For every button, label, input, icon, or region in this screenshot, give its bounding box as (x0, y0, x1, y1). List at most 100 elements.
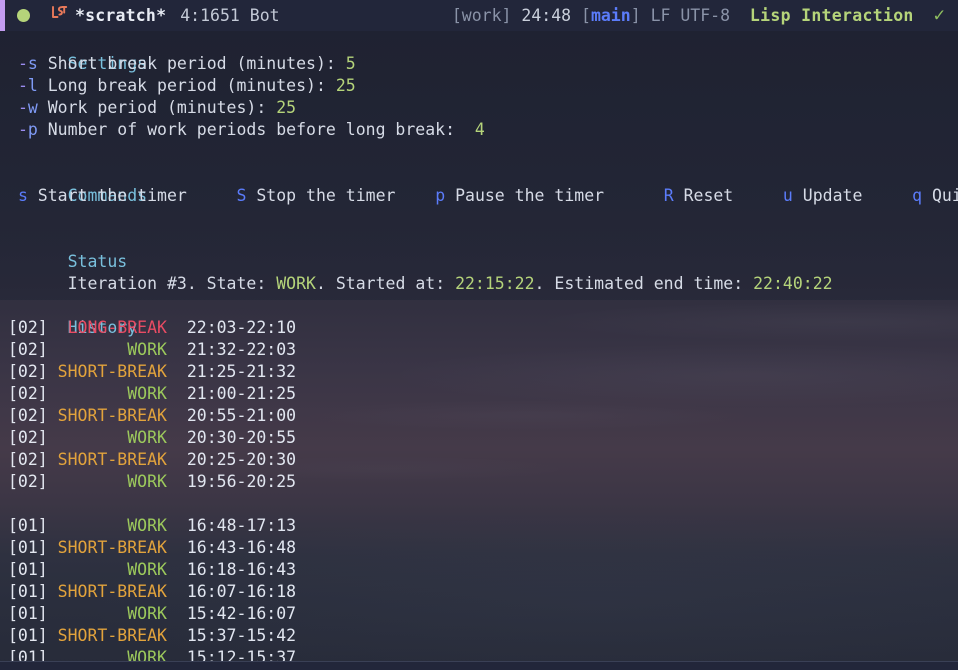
buffer-name[interactable]: *scratch* (75, 5, 166, 27)
status-state-value: WORK (276, 274, 316, 293)
setting-flag-key[interactable]: s (28, 54, 38, 73)
branch-bracket-close: ] (630, 5, 641, 25)
setting-flag-dash: - (17, 76, 28, 95)
history-heading: History (67, 318, 138, 337)
status-started-value: 22:15:22 (455, 274, 535, 293)
history-iteration: [01] (8, 516, 58, 535)
history-iteration: [01] (8, 604, 58, 623)
line-ending-indicator[interactable]: LF (651, 5, 671, 27)
history-time-range: 21:25-21:32 (166, 362, 297, 381)
history-type: SHORT-BREAK (57, 538, 167, 557)
history-time-range: 21:32-22:03 (166, 340, 297, 359)
command-label[interactable]: Reset (674, 186, 734, 205)
lisp-logo-icon (49, 4, 69, 28)
vc-branch[interactable]: main (591, 5, 631, 27)
history-row: [02] LONG-BREAK 22:03-22:10 (8, 317, 958, 339)
header-right-group: [work] 24:48 [ main ] LF UTF-8 Lisp Inte… (452, 5, 958, 27)
history-iteration: [02] (8, 384, 58, 403)
history-row: [02] SHORT-BREAK 20:25-20:30 (8, 449, 958, 471)
history-time-range: 22:03-22:10 (166, 318, 297, 337)
scratch-buffer[interactable]: Settings -s Short break period (minutes)… (0, 31, 958, 669)
setting-flag-key[interactable]: w (28, 98, 38, 117)
major-mode-indicator[interactable]: Lisp Interaction (750, 5, 914, 27)
history-iteration: [02] (8, 428, 58, 447)
setting-label: Work period (minutes): (37, 98, 277, 117)
history-time-range: 15:37-15:42 (166, 626, 297, 645)
command-gap (733, 186, 783, 205)
project-name[interactable]: [work] (452, 5, 512, 27)
setting-row: -s Short break period (minutes): 5 (8, 53, 958, 75)
setting-flag-key[interactable]: p (28, 120, 38, 139)
history-pad (58, 428, 128, 447)
command-gap (862, 186, 912, 205)
command-key-S[interactable]: S (237, 186, 247, 205)
history-row: [02] WORK 20:30-20:55 (8, 427, 958, 449)
branch-bracket-open: [ (581, 5, 591, 25)
history-time-range: 20:30-20:55 (166, 428, 297, 447)
cursor-position-indicator: 4:1651 Bot (180, 5, 280, 25)
history-row: [01] WORK 16:48-17:13 (8, 515, 958, 537)
commands-heading: Commands (67, 186, 148, 205)
command-key-q[interactable]: q (912, 186, 922, 205)
history-time-range: 20:55-21:00 (166, 406, 297, 425)
status-end-value: 22:40:22 (753, 274, 833, 293)
history-iteration: [02] (8, 318, 58, 337)
history-pad (58, 340, 128, 359)
history-iteration: [01] (8, 538, 58, 557)
setting-value[interactable]: 25 (336, 76, 356, 95)
setting-value[interactable]: 25 (276, 98, 296, 117)
command-label[interactable]: Quit (922, 186, 958, 205)
setting-label: Long break period (minutes): (37, 76, 336, 95)
history-pad (58, 604, 128, 623)
history-iteration: [01] (8, 582, 58, 601)
settings-list: -s Short break period (minutes): 5 -l Lo… (8, 53, 958, 141)
command-key-p[interactable]: p (435, 186, 445, 205)
setting-row: -w Work period (minutes): 25 (8, 97, 958, 119)
clock: 24:48 (521, 5, 572, 25)
history-pad (58, 516, 128, 535)
history-type: WORK (127, 428, 167, 447)
setting-flag-dash: - (17, 54, 28, 73)
history-row: [02] WORK 19:56-20:25 (8, 471, 958, 493)
setting-value[interactable]: 5 (346, 54, 356, 73)
setting-label: Number of work periods before long break… (37, 120, 475, 139)
history-type: WORK (127, 560, 167, 579)
history-time-range: 16:07-16:18 (166, 582, 297, 601)
history-iteration: [02] (8, 450, 58, 469)
command-label[interactable]: Stop the timer (246, 186, 395, 205)
command-label[interactable]: Update (793, 186, 863, 205)
command-key-R[interactable]: R (664, 186, 674, 205)
history-row: [01] SHORT-BREAK 16:43-16:48 (8, 537, 958, 559)
settings-heading: Settings (67, 54, 148, 73)
history-type: SHORT-BREAK (57, 626, 167, 645)
history-type: WORK (127, 384, 167, 403)
command-gap (8, 186, 18, 205)
command-key-u[interactable]: u (783, 186, 793, 205)
status-heading: Status (67, 252, 128, 271)
setting-value[interactable]: 4 (475, 120, 485, 139)
commands-row: s Start the timer S Stop the timer p Pau… (8, 185, 958, 207)
history-iteration: [01] (8, 560, 58, 579)
command-label[interactable]: Start the timer (28, 186, 187, 205)
command-key-s[interactable]: s (18, 186, 28, 205)
buffer-status-dot[interactable] (17, 9, 30, 22)
check-icon: ✓ (933, 4, 945, 26)
history-row: [01] WORK 16:18-16:43 (8, 559, 958, 581)
history-pad (58, 472, 128, 491)
setting-flag-key[interactable]: l (28, 76, 38, 95)
setting-label: Short break period (minutes): (37, 54, 346, 73)
history-time-range: 16:18-16:43 (166, 560, 297, 579)
status-end-label: . Estimated end time: (534, 274, 754, 293)
encoding-indicator[interactable]: UTF-8 (680, 5, 730, 27)
modified-accent-bar (0, 0, 5, 31)
history-iteration: [02] (8, 472, 58, 491)
command-label[interactable]: Pause the timer (445, 186, 604, 205)
status-started-label: . Started at: (315, 274, 456, 293)
history-time-range: 21:00-21:25 (166, 384, 297, 403)
emacs-window: *scratch* 4:1651 Bot [work] 24:48 [ main… (0, 0, 958, 670)
